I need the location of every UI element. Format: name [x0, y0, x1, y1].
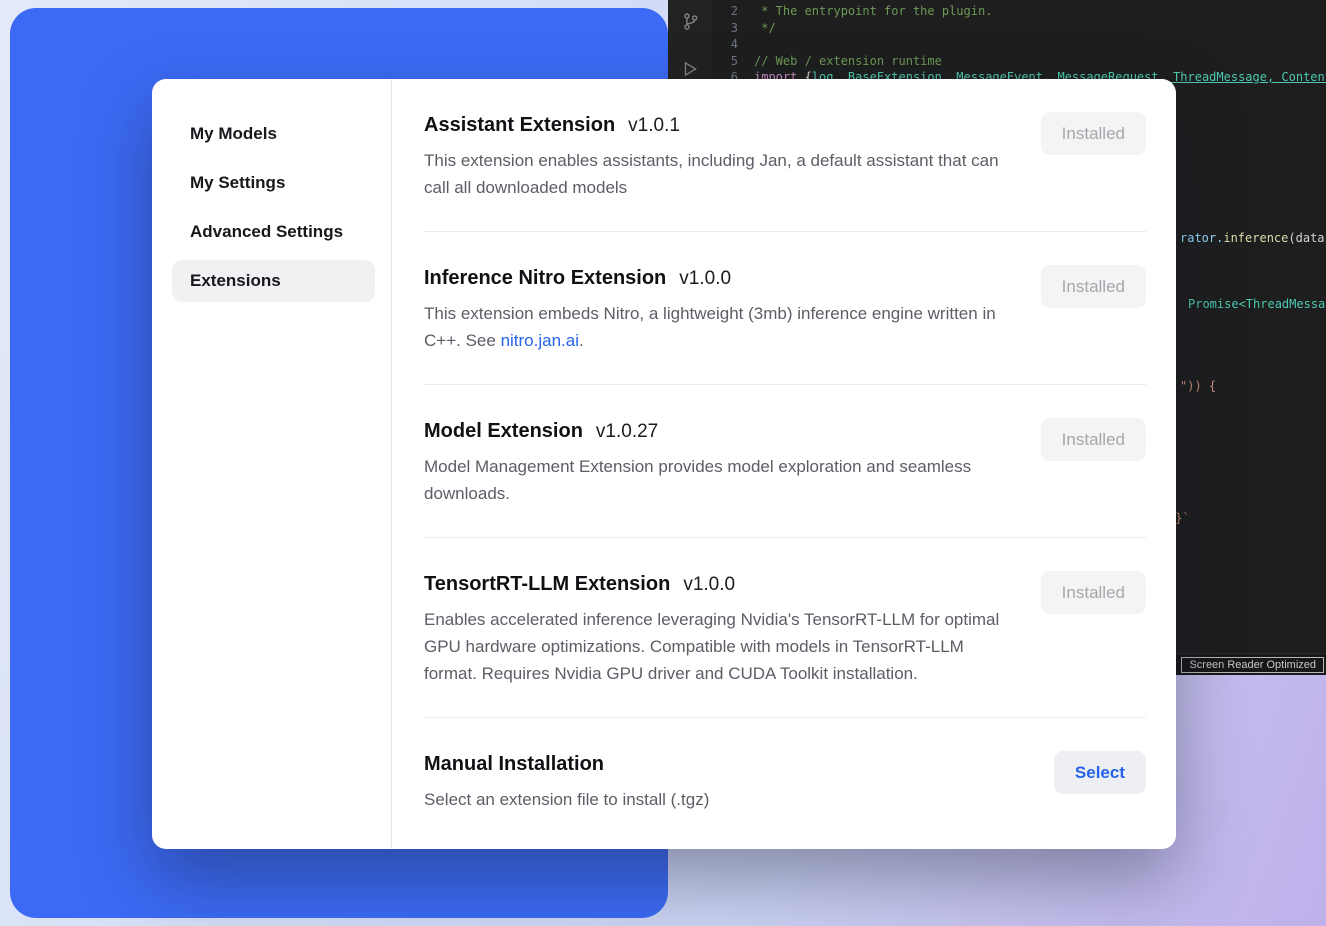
line-number: 2 — [712, 3, 738, 20]
code-fragment: Promise<ThreadMessage> — [1188, 297, 1326, 311]
fn-token: inference — [1223, 231, 1288, 245]
extension-title-line: Manual Installation — [424, 751, 1010, 777]
extension-title: Assistant Extension — [424, 112, 615, 138]
code-fragment: ")) { — [1180, 379, 1216, 393]
extension-row-manual-install: Manual Installation Select an extension … — [424, 717, 1146, 843]
extension-title-line: Model Extension v1.0.27 — [424, 418, 1001, 444]
extension-info: Manual Installation Select an extension … — [424, 751, 1010, 813]
sidebar-item-my-settings[interactable]: My Settings — [172, 162, 375, 204]
extension-info: Model Extension v1.0.27 Model Management… — [424, 418, 1001, 507]
extension-info: Assistant Extension v1.0.1 This extensio… — [424, 112, 1001, 201]
line-number: 3 — [712, 20, 738, 37]
settings-sidebar: My Models My Settings Advanced Settings … — [152, 79, 392, 849]
extension-version: v1.0.1 — [628, 115, 680, 137]
source-control-icon — [681, 12, 700, 34]
code-line: 2 * The entrypoint for the plugin. — [712, 3, 1326, 20]
code-lines: 2 * The entrypoint for the plugin. 3 */ … — [712, 0, 1326, 86]
extension-description: This extension enables assistants, inclu… — [424, 147, 1001, 201]
line-number: 4 — [712, 36, 738, 53]
extension-description: Enables accelerated inference leveraging… — [424, 606, 1001, 687]
extension-info: Inference Nitro Extension v1.0.0 This ex… — [424, 265, 1001, 354]
screen-reader-chip: Screen Reader Optimized — [1181, 657, 1324, 673]
sidebar-item-extensions[interactable]: Extensions — [172, 260, 375, 302]
extension-title: Inference Nitro Extension — [424, 265, 666, 291]
sidebar-item-my-models[interactable]: My Models — [172, 113, 375, 155]
extension-version: v1.0.27 — [596, 421, 658, 443]
nitro-jan-ai-link[interactable]: nitro.jan.ai — [501, 331, 579, 350]
extension-title: TensortRT-LLM Extension — [424, 571, 670, 597]
code-text — [738, 36, 754, 53]
punct-token: (data)); — [1288, 231, 1326, 245]
var-token: rator. — [1180, 231, 1223, 245]
extensions-list: Assistant Extension v1.0.1 This extensio… — [392, 79, 1176, 849]
extension-version: v1.0.0 — [679, 268, 731, 290]
run-debug-icon — [681, 60, 699, 81]
extension-info: TensortRT-LLM Extension v1.0.0 Enables a… — [424, 571, 1001, 687]
extension-title: Model Extension — [424, 418, 583, 444]
extension-description: This extension embeds Nitro, a lightweig… — [424, 300, 1001, 354]
extension-version: v1.0.0 — [683, 574, 735, 596]
installed-status-button: Installed — [1041, 418, 1146, 461]
extension-row-model: Model Extension v1.0.27 Model Management… — [424, 384, 1146, 537]
extension-title-line: TensortRT-LLM Extension v1.0.0 — [424, 571, 1001, 597]
extension-row-assistant: Assistant Extension v1.0.1 This extensio… — [424, 79, 1146, 231]
sidebar-item-advanced-settings[interactable]: Advanced Settings — [172, 211, 375, 253]
code-line: 3 */ — [712, 20, 1326, 37]
installed-status-button: Installed — [1041, 265, 1146, 308]
installed-status-button: Installed — [1041, 571, 1146, 614]
extension-row-nitro: Inference Nitro Extension v1.0.0 This ex… — [424, 231, 1146, 384]
page-background: 2 * The entrypoint for the plugin. 3 */ … — [0, 0, 1326, 926]
code-text: // Web / extension runtime — [738, 53, 942, 70]
code-line: 4 — [712, 36, 1326, 53]
extension-title-line: Assistant Extension v1.0.1 — [424, 112, 1001, 138]
installed-status-button: Installed — [1041, 112, 1146, 155]
code-text: * The entrypoint for the plugin. — [738, 3, 992, 20]
extension-row-tensorrt: TensortRT-LLM Extension v1.0.0 Enables a… — [424, 537, 1146, 717]
extension-description: Select an extension file to install (.tg… — [424, 786, 1010, 813]
code-text: */ — [738, 20, 776, 37]
description-text: . — [579, 331, 584, 350]
extension-title: Manual Installation — [424, 751, 604, 777]
code-line: 5 // Web / extension runtime — [712, 53, 1326, 70]
select-file-button[interactable]: Select — [1054, 751, 1146, 794]
settings-modal: My Models My Settings Advanced Settings … — [152, 79, 1176, 849]
code-fragment: rator.inference(data)); — [1180, 231, 1326, 245]
extension-description: Model Management Extension provides mode… — [424, 453, 1001, 507]
extension-title-line: Inference Nitro Extension v1.0.0 — [424, 265, 1001, 291]
line-number: 5 — [712, 53, 738, 70]
